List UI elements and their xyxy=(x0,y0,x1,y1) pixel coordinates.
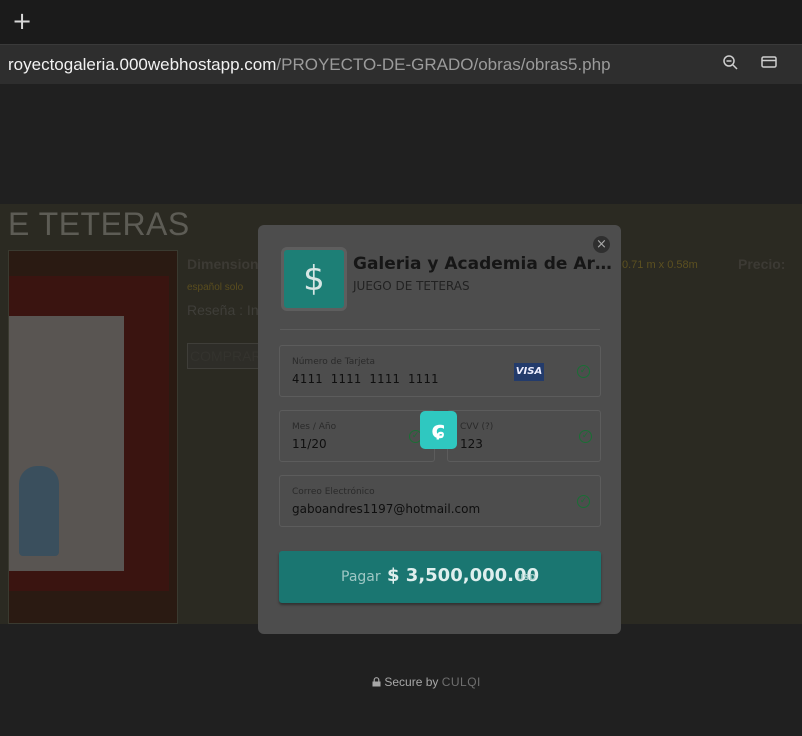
url-host: royectogaleria.000webhostapp.com xyxy=(8,55,277,74)
new-tab-button[interactable]: + xyxy=(12,9,32,33)
cvv-label: CVV (?) xyxy=(460,422,494,432)
expiry-value: 11/20 xyxy=(292,437,327,451)
pay-button[interactable]: Pagar $ 3,500,000.00 USD xyxy=(279,551,601,603)
email-field[interactable]: Correo Electrónico gaboandres1197@hotmai… xyxy=(279,475,601,527)
price-label: Precio: xyxy=(738,256,786,272)
divider xyxy=(280,329,600,330)
visa-icon: VISA xyxy=(514,363,544,381)
card-icon[interactable] xyxy=(760,54,778,75)
artwork-dimensions: 0.71 m x 0.58m xyxy=(622,259,698,271)
pay-label: Pagar xyxy=(341,569,381,585)
address-bar[interactable]: royectogaleria.000webhostapp.com/PROYECT… xyxy=(0,44,802,84)
url-path: /PROYECTO-DE-GRADO/obras/obras5.php xyxy=(276,55,611,74)
secure-by-culqi: Secure by CULQI xyxy=(372,675,481,689)
cvv-field[interactable]: CVV (?) 123 ✓ xyxy=(447,410,601,462)
review-text: Reseña : In xyxy=(187,302,259,318)
payment-modal: × $ Galeria y Academia de Artes Gu... JU… xyxy=(258,225,621,634)
secure-by-text: Secure by xyxy=(384,675,439,689)
url-text[interactable]: royectogaleria.000webhostapp.com/PROYECT… xyxy=(8,55,611,75)
zoom-out-icon[interactable] xyxy=(722,54,738,75)
buy-button[interactable]: COMPRAR xyxy=(187,343,262,369)
product-name: JUEGO DE TETERAS xyxy=(353,279,470,293)
card-number-label: Número de Tarjeta xyxy=(292,357,376,367)
email-label: Correo Electrónico xyxy=(292,487,375,497)
artwork-extra-text: español solo xyxy=(187,282,244,293)
expiry-field[interactable]: Mes / Año 11/20 ✓ xyxy=(279,410,435,462)
artwork-teapot xyxy=(19,466,59,556)
merchant-name: Galeria y Academia de Artes Gu... xyxy=(353,254,615,274)
lock-icon xyxy=(372,675,384,689)
culqi-brand: CULQI xyxy=(441,675,481,689)
check-icon: ✓ xyxy=(577,365,590,378)
culqi-logo-icon: ɕ xyxy=(420,411,457,449)
email-value: gaboandres1197@hotmail.com xyxy=(292,502,481,516)
cvv-value: 123 xyxy=(460,437,483,451)
artwork-frame xyxy=(9,276,169,591)
artwork-image xyxy=(8,250,178,624)
pay-currency: USD xyxy=(517,573,536,582)
card-number-value: 4111 1111 1111 1111 xyxy=(292,372,439,386)
artwork-canvas xyxy=(9,316,124,571)
expiry-label: Mes / Año xyxy=(292,422,337,432)
dimension-label: Dimension xyxy=(187,256,259,272)
merchant-logo: $ xyxy=(281,247,347,311)
check-icon: ✓ xyxy=(579,430,592,443)
card-number-field[interactable]: Número de Tarjeta 4111 1111 1111 1111 VI… xyxy=(279,345,601,397)
check-icon: ✓ xyxy=(577,495,590,508)
close-button[interactable]: × xyxy=(593,236,610,253)
artwork-title: E TETERAS xyxy=(8,206,190,242)
dollar-icon: $ xyxy=(303,259,325,299)
tab-bar: + xyxy=(0,0,802,44)
